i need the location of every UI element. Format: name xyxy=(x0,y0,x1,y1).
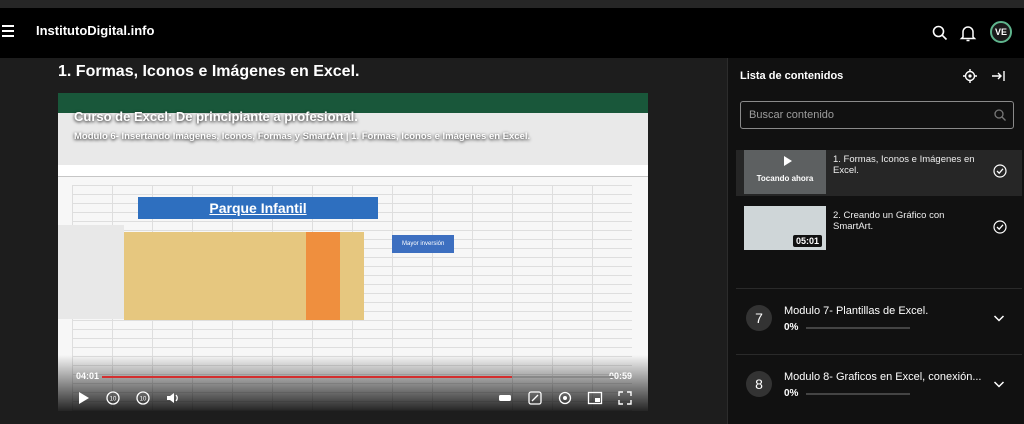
check-circle-icon[interactable] xyxy=(993,220,1007,234)
main-content: 1. Formas, Iconos e Imágenes en Excel. P… xyxy=(0,58,727,424)
play-icon xyxy=(784,156,792,166)
lesson-thumbnail: Tocando ahora xyxy=(744,150,826,194)
lesson-title: 1. Formas, Iconos e Imágenes en Excel. xyxy=(58,63,360,80)
check-circle-icon[interactable] xyxy=(993,164,1007,178)
picture-in-picture-icon[interactable] xyxy=(586,389,604,407)
lesson-label: 2. Creando un Gráfico con SmartArt. xyxy=(833,210,945,232)
bell-icon[interactable] xyxy=(958,23,978,43)
video-controls: 10 10 xyxy=(58,389,648,411)
video-excel-formula-bar xyxy=(58,165,648,177)
module-title: Modulo 7- Plantillas de Excel. xyxy=(784,305,929,317)
content-sidebar: Lista de contenidos Tocando ahora 1. For… xyxy=(727,58,1024,424)
video-progress-track[interactable] xyxy=(102,376,614,378)
lesson-item-2[interactable]: 05:01 2. Creando un Gráfico con SmartArt… xyxy=(736,206,1022,252)
settings-icon[interactable] xyxy=(556,389,574,407)
play-icon[interactable] xyxy=(74,389,92,407)
video-progress-fill xyxy=(102,376,512,378)
search-icon[interactable] xyxy=(993,108,1007,122)
video-player[interactable]: Parque Infantil Mayor inversión Curso de… xyxy=(58,93,648,411)
lesson-duration: 05:01 xyxy=(792,235,822,247)
content-search-input[interactable] xyxy=(749,107,989,123)
content-search-box xyxy=(740,101,1014,129)
video-sheet-row-labels xyxy=(58,225,124,319)
svg-text:10: 10 xyxy=(110,397,117,403)
close-panel-icon[interactable] xyxy=(990,68,1006,84)
search-icon[interactable] xyxy=(930,23,950,43)
gear-icon[interactable] xyxy=(962,68,978,84)
menu-icon[interactable] xyxy=(2,25,14,37)
video-overlay-subtitle: Modulo 6- Insertando Imágenes, Iconos, F… xyxy=(74,131,531,142)
sidebar-title: Lista de contenidos xyxy=(740,70,844,82)
chevron-down-icon[interactable] xyxy=(992,311,1006,325)
top-navigation-bar: InstitutoDigital.info VE xyxy=(0,8,1024,58)
brand-logo[interactable]: InstitutoDigital.info xyxy=(36,23,154,38)
module-progress-text: 0% xyxy=(784,322,799,333)
chevron-down-icon[interactable] xyxy=(992,377,1006,391)
module-progress-bar xyxy=(806,327,910,329)
lesson-thumbnail: 05:01 xyxy=(744,206,826,250)
module-progress-bar xyxy=(806,393,910,395)
notes-icon[interactable] xyxy=(526,389,544,407)
video-sheet-banner: Parque Infantil xyxy=(138,197,378,219)
now-playing-label: Tocando ahora xyxy=(756,174,814,183)
module-item-8[interactable]: 8 Modulo 8- Graficos en Excel, conexión.… xyxy=(736,354,1022,420)
forward-10-icon[interactable]: 10 xyxy=(134,389,152,407)
user-avatar[interactable]: VE xyxy=(990,21,1012,43)
fullscreen-icon[interactable] xyxy=(616,389,634,407)
rewind-10-icon[interactable]: 10 xyxy=(104,389,122,407)
video-sheet-callout: Mayor inversión xyxy=(392,235,454,253)
svg-text:10: 10 xyxy=(140,397,147,403)
module-progress-text: 0% xyxy=(784,388,799,399)
module-title: Modulo 8- Graficos en Excel, conexión... xyxy=(784,371,982,383)
lesson-item-1[interactable]: Tocando ahora 1. Formas, Iconos e Imágen… xyxy=(736,150,1022,196)
module-number: 7 xyxy=(746,305,772,331)
video-overlay-title: Curso de Excel: De principiante a profes… xyxy=(74,109,358,124)
lesson-label: 1. Formas, Iconos e Imágenes en Excel. xyxy=(833,154,975,176)
window-top-strip xyxy=(0,0,1024,8)
volume-icon[interactable] xyxy=(164,389,182,407)
playback-speed-icon[interactable] xyxy=(496,389,514,407)
module-item-7[interactable]: 7 Modulo 7- Plantillas de Excel. 0% xyxy=(736,288,1022,354)
module-number: 8 xyxy=(746,371,772,397)
video-sheet-total-column xyxy=(306,232,340,320)
video-current-time: 04:01 xyxy=(76,371,100,381)
